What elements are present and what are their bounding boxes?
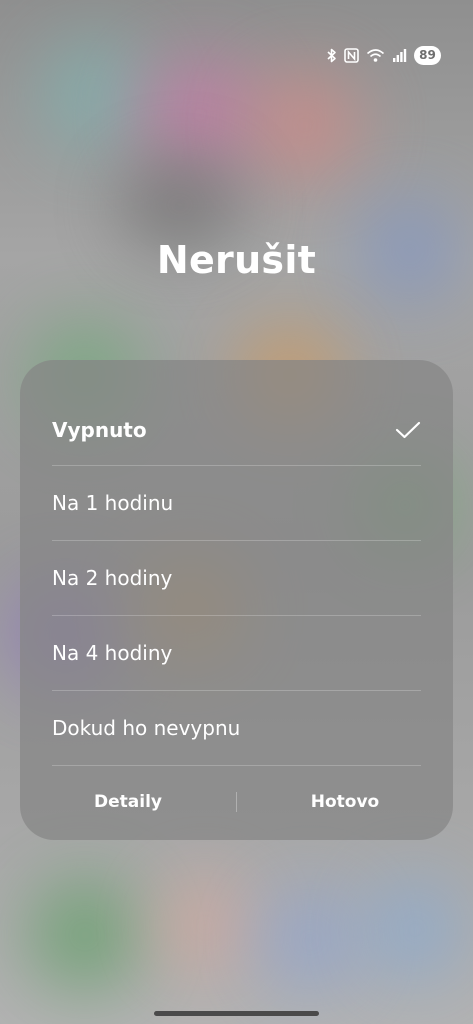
status-bar: 89	[326, 44, 441, 66]
option-label: Na 2 hodiny	[52, 566, 173, 590]
panel-footer: Detaily Hotovo	[20, 764, 453, 840]
battery-indicator: 89	[414, 45, 441, 65]
done-button[interactable]: Hotovo	[237, 792, 453, 812]
option-vypnuto[interactable]: Vypnuto	[52, 360, 421, 466]
options-list: Vypnuto Na 1 hodinu Na 2 hodiny Na 4 hod…	[20, 360, 453, 766]
dnd-options-panel: Vypnuto Na 1 hodinu Na 2 hodiny Na 4 hod…	[20, 360, 453, 840]
checkmark-icon	[395, 421, 421, 439]
details-button[interactable]: Detaily	[20, 792, 236, 812]
option-1-hour[interactable]: Na 1 hodinu	[52, 466, 421, 541]
option-2-hours[interactable]: Na 2 hodiny	[52, 541, 421, 616]
option-label: Na 4 hodiny	[52, 641, 173, 665]
bluetooth-icon	[327, 48, 336, 62]
home-indicator[interactable]	[154, 1011, 319, 1016]
option-4-hours[interactable]: Na 4 hodiny	[52, 616, 421, 691]
wifi-icon	[366, 48, 385, 62]
nfc-icon	[344, 47, 359, 63]
page-title: Nerušit	[156, 238, 317, 282]
option-label: Na 1 hodinu	[52, 491, 174, 515]
option-label: Vypnuto	[52, 417, 147, 442]
signal-icon	[393, 48, 407, 62]
option-label: Dokud ho nevypnu	[52, 716, 241, 740]
option-until-off[interactable]: Dokud ho nevypnu	[52, 691, 421, 766]
